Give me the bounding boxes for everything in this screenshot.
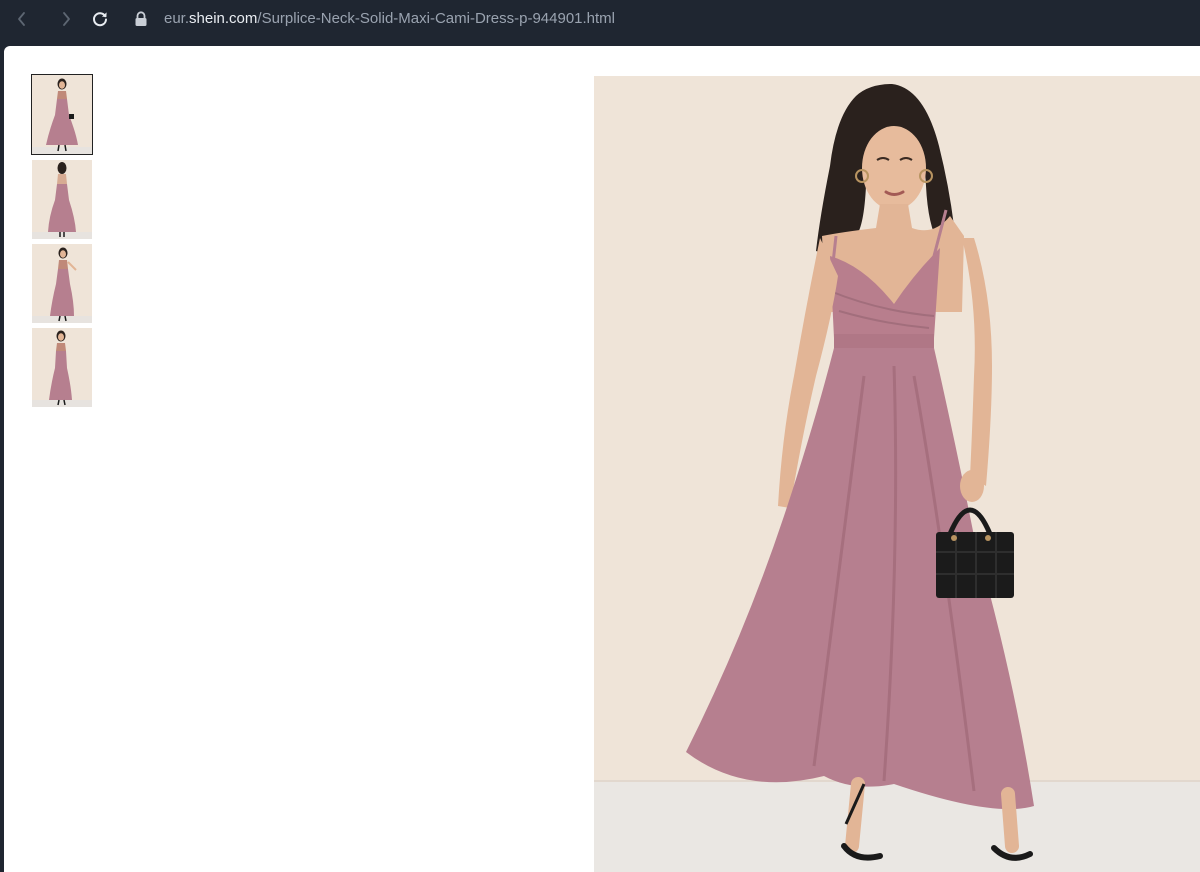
thumbnail-4-image: [32, 328, 92, 407]
browser-toolbar: eur.shein.com/Surplice-Neck-Solid-Maxi-C…: [0, 0, 1200, 40]
thumbnail-2-image: [32, 160, 92, 239]
thumbnail-4[interactable]: [32, 328, 92, 407]
thumbnail-3-image: [32, 244, 92, 323]
page-viewport: [4, 46, 1200, 872]
main-product-image[interactable]: [594, 76, 1200, 872]
address-bar[interactable]: eur.shein.com/Surplice-Neck-Solid-Maxi-C…: [164, 9, 615, 29]
url-path: /Surplice-Neck-Solid-Maxi-Cami-Dress-p-9…: [257, 10, 616, 27]
lock-icon[interactable]: [131, 9, 151, 29]
forward-button[interactable]: [54, 8, 78, 30]
chevron-left-icon: [16, 11, 28, 27]
reload-button[interactable]: [88, 8, 112, 30]
chevron-right-icon: [60, 11, 72, 27]
url-prefix: eur.: [164, 10, 190, 27]
thumbnail-2[interactable]: [32, 160, 92, 239]
url-domain: shein.com: [189, 10, 258, 27]
dress-illustration: [594, 76, 1200, 872]
reload-icon: [91, 10, 109, 28]
back-button[interactable]: [10, 8, 34, 30]
thumbnail-1[interactable]: [31, 74, 93, 155]
thumbnail-3[interactable]: [32, 244, 92, 323]
thumbnail-1-image: [32, 75, 92, 154]
